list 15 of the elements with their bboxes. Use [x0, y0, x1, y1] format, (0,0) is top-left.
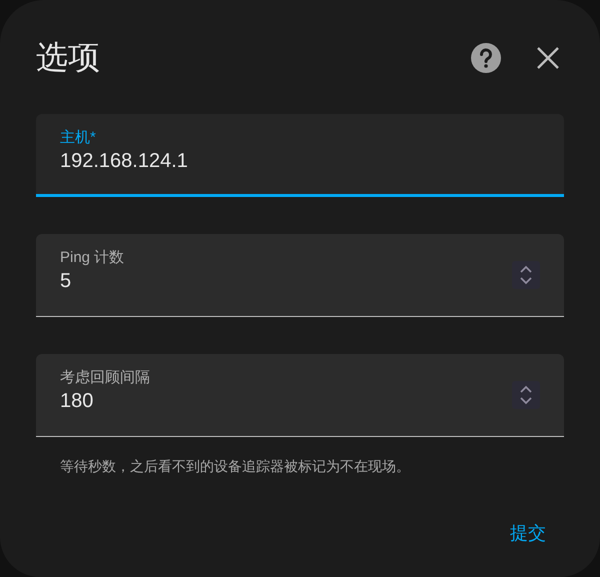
helper-text: 等待秒数，之后看不到的设备追踪器被标记为不在现场。: [60, 458, 411, 476]
dialog-title: 选项: [36, 38, 101, 77]
input-field[interactable]: 考虑回顾间隔 180: [36, 354, 564, 437]
submit-button[interactable]: 提交: [492, 517, 564, 549]
input-field[interactable]: 主机* 192.168.124.1: [36, 114, 564, 197]
field-label: Ping 计数: [60, 248, 126, 268]
help-icon[interactable]: [470, 42, 502, 74]
field-label: 考虑回顾间隔: [60, 368, 151, 388]
field-value[interactable]: 180: [60, 388, 360, 414]
input-field[interactable]: Ping 计数 5: [36, 234, 564, 317]
spinner-icon[interactable]: [512, 261, 540, 289]
field-value[interactable]: 5: [60, 268, 360, 294]
spinner-icon[interactable]: [512, 381, 540, 409]
field-label: 主机*: [60, 128, 97, 148]
field-value[interactable]: 192.168.124.1: [60, 148, 360, 174]
